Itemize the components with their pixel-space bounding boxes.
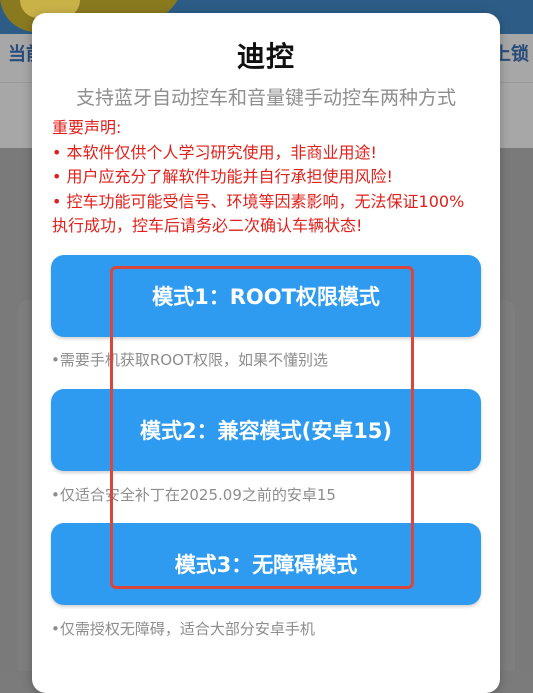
mode1-root-button[interactable]: 模式1：ROOT权限模式 — [51, 255, 481, 337]
disclaimer-line: • 控车功能可能受信号、环境等因素影响，无法保证100% — [52, 191, 465, 211]
dialog-title: 迪控 — [236, 40, 295, 73]
mode2-note: •仅适合安全补丁在2025.09之前的安卓15 — [51, 486, 336, 504]
mode2-compat-button[interactable]: 模式2：兼容模式(安卓15) — [51, 389, 481, 471]
dialog-subtitle: 支持蓝牙自动控车和音量键手动控车两种方式 — [75, 87, 456, 109]
disclaimer-line: 执行成功，控车后请务必二次确认车辆状态! — [52, 216, 363, 235]
mode3-note: •仅需授权无障碍，适合大部分安卓手机 — [51, 620, 315, 638]
mode-select-dialog: 迪控 支持蓝牙自动控车和音量键手动控车两种方式 重要声明: • 本软件仅供个人学… — [32, 13, 500, 693]
mode1-note: •需要手机获取ROOT权限，如果不懂别选 — [51, 351, 329, 369]
disclaimer-heading: 重要声明: — [52, 118, 122, 137]
disclaimer-block: 重要声明: • 本软件仅供个人学习研究使用，非商业用途! • 用户应充分了解软件… — [52, 116, 492, 239]
disclaimer-line: • 用户应充分了解软件功能并自行承担使用风险! — [52, 167, 393, 186]
disclaimer-line: • 本软件仅供个人学习研究使用，非商业用途! — [52, 142, 377, 162]
mode3-accessibility-button[interactable]: 模式3：无障碍模式 — [51, 523, 481, 605]
